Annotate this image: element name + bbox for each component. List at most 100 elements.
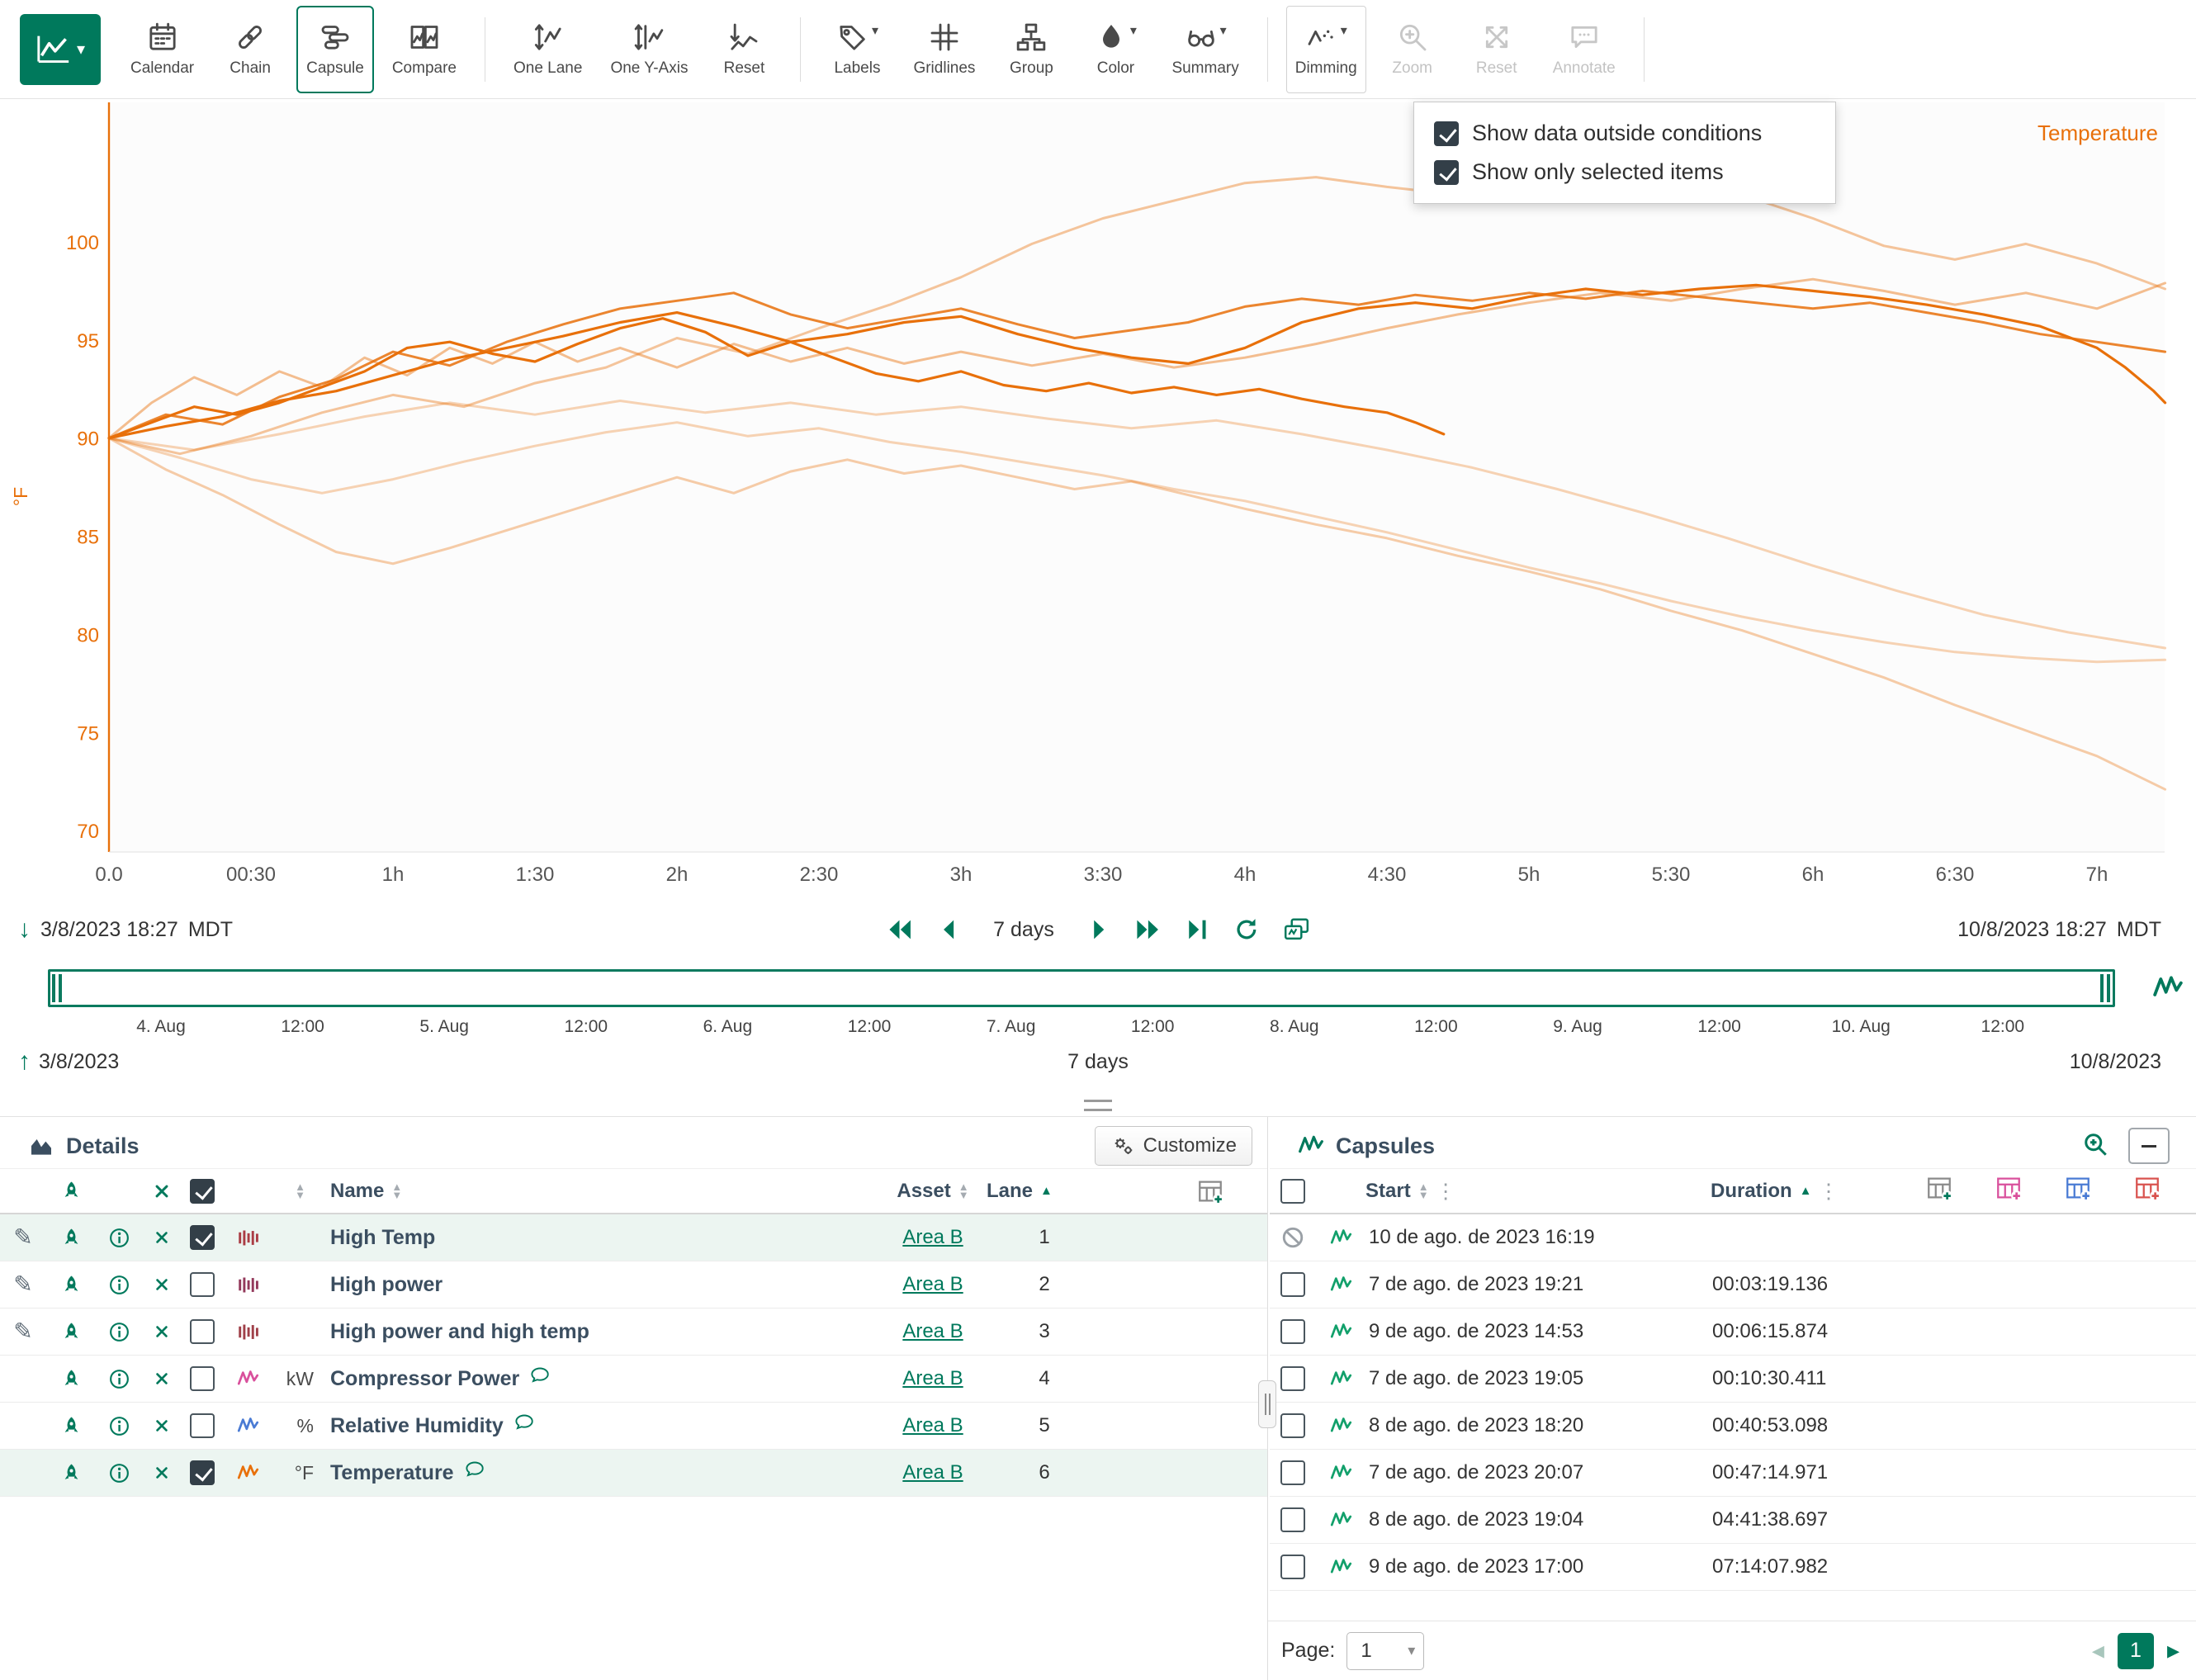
- details-row[interactable]: ✎ High power and high temp Area B 3: [0, 1309, 1267, 1356]
- comment-icon[interactable]: [529, 1365, 551, 1393]
- navigate-icon[interactable]: [46, 1368, 96, 1390]
- app-logo-button[interactable]: ▾: [20, 14, 101, 85]
- capsule-row[interactable]: 8 de ago. de 2023 19:04 04:41:38.697: [1270, 1497, 2196, 1544]
- capsule-checkbox[interactable]: [1280, 1366, 1305, 1391]
- info-icon[interactable]: [96, 1368, 142, 1390]
- edit-icon[interactable]: ✎: [13, 1320, 32, 1343]
- navigate-icon[interactable]: [46, 1462, 96, 1484]
- range-slider-track[interactable]: [48, 969, 2115, 1007]
- add-metric-column-button[interactable]: [2133, 1174, 2161, 1208]
- capsule-row[interactable]: 7 de ago. de 2023 20:07 00:47:14.971: [1270, 1450, 2196, 1497]
- toolbar-dimming-button[interactable]: ▾ Dimming: [1286, 6, 1366, 93]
- navigate-column-icon[interactable]: [46, 1180, 96, 1202]
- navigate-icon[interactable]: [46, 1274, 96, 1296]
- toolbar-compare-button[interactable]: Compare: [382, 6, 466, 93]
- sort-icon[interactable]: ▲▼: [958, 1183, 969, 1200]
- capsule-row[interactable]: 8 de ago. de 2023 18:20 00:40:53.098: [1270, 1403, 2196, 1450]
- add-column-button[interactable]: [1102, 1177, 1267, 1205]
- capsule-checkbox[interactable]: [1280, 1413, 1305, 1438]
- duration-column-header[interactable]: Duration▲⋮: [1699, 1179, 1922, 1204]
- asset-link[interactable]: Area B: [902, 1414, 963, 1437]
- toolbar-summary-button[interactable]: ▾ Summary: [1162, 6, 1248, 93]
- range-slider-right-handle[interactable]: [2100, 974, 2111, 1002]
- remove-icon[interactable]: [142, 1276, 182, 1293]
- item-name[interactable]: Temperature: [320, 1459, 879, 1487]
- add-condition-column-button[interactable]: [2064, 1174, 2092, 1208]
- capsule-checkbox[interactable]: [1280, 1555, 1305, 1579]
- navigate-icon[interactable]: [46, 1415, 96, 1437]
- capsule-checkbox[interactable]: [1280, 1507, 1305, 1532]
- checkbox[interactable]: [1434, 160, 1459, 185]
- remove-all-icon[interactable]: [142, 1182, 182, 1200]
- step-forward-large-button[interactable]: [1133, 917, 1162, 942]
- remove-icon[interactable]: [142, 1323, 182, 1340]
- page-select[interactable]: 1 ▾: [1346, 1632, 1424, 1670]
- item-name[interactable]: High power: [320, 1273, 879, 1297]
- asset-column-header[interactable]: Asset▲▼: [879, 1180, 987, 1203]
- add-signal-column-button[interactable]: [1995, 1174, 2023, 1208]
- start-column-header[interactable]: Start▲▼⋮: [1365, 1179, 1699, 1204]
- info-icon[interactable]: [96, 1415, 142, 1437]
- capsule-checkbox[interactable]: [1280, 1272, 1305, 1297]
- add-column-button[interactable]: [1925, 1174, 1953, 1208]
- info-icon[interactable]: [96, 1321, 142, 1343]
- edit-icon[interactable]: ✎: [13, 1226, 32, 1249]
- capsule-row[interactable]: 9 de ago. de 2023 17:00 07:14:07.982: [1270, 1544, 2196, 1591]
- details-row[interactable]: kW Compressor Power Area B 4: [0, 1356, 1267, 1403]
- remove-icon[interactable]: [142, 1229, 182, 1246]
- item-name[interactable]: High power and high temp: [320, 1320, 879, 1344]
- info-icon[interactable]: [96, 1227, 142, 1249]
- toolbar-annotate-button[interactable]: Annotate: [1543, 6, 1626, 93]
- arrow-down-icon[interactable]: ↓: [18, 917, 31, 942]
- checkbox[interactable]: [1434, 121, 1459, 146]
- remove-icon[interactable]: [142, 1370, 182, 1387]
- step-forward-button[interactable]: [1084, 917, 1112, 942]
- refresh-button[interactable]: [1233, 917, 1261, 942]
- column-menu-icon[interactable]: ⋮: [1436, 1179, 1456, 1204]
- details-row[interactable]: °F Temperature Area B 6: [0, 1450, 1267, 1497]
- asset-link[interactable]: Area B: [902, 1273, 963, 1296]
- row-checkbox[interactable]: [190, 1413, 215, 1438]
- dimming-option-selected-items[interactable]: Show only selected items: [1434, 159, 1815, 185]
- range-slider-left-handle[interactable]: [52, 974, 63, 1002]
- row-checkbox[interactable]: [190, 1319, 215, 1344]
- toolbar-one-y-axis-button[interactable]: One Y-Axis: [600, 6, 698, 93]
- sort-icon[interactable]: ▲▼: [1418, 1183, 1429, 1200]
- lane-column-header[interactable]: Lane▲: [987, 1180, 1102, 1203]
- details-row[interactable]: ✎ High power Area B 2: [0, 1261, 1267, 1309]
- asset-link[interactable]: Area B: [902, 1226, 963, 1249]
- step-back-button[interactable]: [935, 917, 963, 942]
- step-to-end-button[interactable]: [1183, 917, 1211, 942]
- info-icon[interactable]: [96, 1274, 142, 1296]
- customize-button[interactable]: Customize: [1095, 1126, 1252, 1166]
- comment-icon[interactable]: [464, 1459, 486, 1487]
- horizontal-splitter[interactable]: [0, 1098, 2196, 1116]
- arrow-up-icon[interactable]: ↑: [18, 1049, 31, 1074]
- trend-chart[interactable]: 100959085807570: [0, 99, 2196, 855]
- item-name[interactable]: Compressor Power: [320, 1365, 879, 1393]
- row-checkbox[interactable]: [190, 1272, 215, 1297]
- row-checkbox[interactable]: [190, 1225, 215, 1250]
- toolbar-gridlines-button[interactable]: Gridlines: [903, 6, 985, 93]
- step-back-large-button[interactable]: [886, 917, 914, 942]
- column-menu-icon[interactable]: ⋮: [1819, 1179, 1839, 1204]
- toolbar-calendar-button[interactable]: Calendar: [121, 6, 204, 93]
- collapse-panel-button[interactable]: [2128, 1128, 2170, 1164]
- sort-icon[interactable]: ▲▼: [391, 1183, 402, 1200]
- toolbar-chain-button[interactable]: Chain: [212, 6, 288, 93]
- toolbar-reset-zoom-button[interactable]: Reset: [1459, 6, 1535, 93]
- capsule-row[interactable]: 10 de ago. de 2023 16:19: [1270, 1214, 2196, 1261]
- select-all-capsules-checkbox[interactable]: [1280, 1179, 1305, 1204]
- toolbar-color-button[interactable]: ▾ Color: [1077, 6, 1153, 93]
- remove-icon[interactable]: [142, 1417, 182, 1434]
- toolbar-group-button[interactable]: Group: [993, 6, 1069, 93]
- capsule-row[interactable]: 7 de ago. de 2023 19:05 00:10:30.411: [1270, 1356, 2196, 1403]
- toolbar-labels-button[interactable]: ▾ Labels: [819, 6, 895, 93]
- item-name[interactable]: Relative Humidity: [320, 1412, 879, 1440]
- info-icon[interactable]: [96, 1462, 142, 1484]
- name-column-header[interactable]: Name▲▼: [320, 1180, 879, 1203]
- edit-icon[interactable]: ✎: [13, 1273, 32, 1296]
- details-row[interactable]: % Relative Humidity Area B 5: [0, 1403, 1267, 1450]
- toolbar-zoom-button[interactable]: Zoom: [1375, 6, 1451, 93]
- toolbar-capsule-button[interactable]: Capsule: [296, 6, 374, 93]
